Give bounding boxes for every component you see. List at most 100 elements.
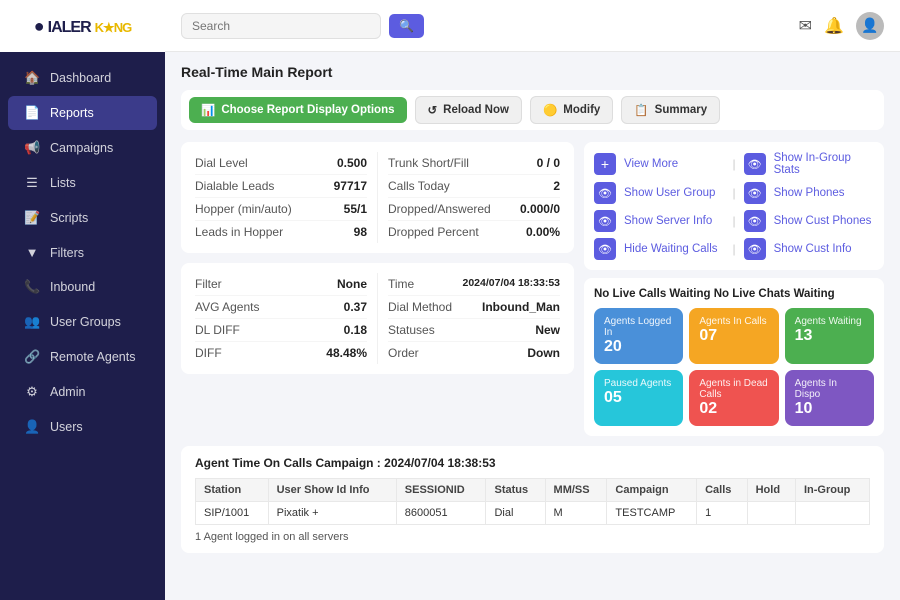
live-title: No Live Calls Waiting No Live Chats Wait…	[594, 288, 874, 300]
right-btn-row-1: + View More | 👁 Show In-Group Stats	[594, 152, 874, 176]
inbound-icon: 📞	[24, 279, 40, 295]
reload-icon: ↺	[428, 103, 438, 117]
metric-dropped-answered: Dropped/Answered 0.000/0	[388, 198, 560, 221]
sidebar-item-user-groups[interactable]: 👥 User Groups	[8, 305, 157, 339]
metric-trunk: Trunk Short/Fill 0 / 0	[388, 152, 560, 175]
show-server-eye-button[interactable]: 👁	[594, 210, 616, 232]
sidebar-item-lists[interactable]: ☰ Lists	[8, 166, 157, 200]
show-cust-phones-eye-button[interactable]: 👁	[744, 210, 766, 232]
sidebar-item-remote-agents[interactable]: 🔗 Remote Agents	[8, 340, 157, 374]
metric-dialable-leads: Dialable Leads 97717	[195, 175, 367, 198]
sidebar-item-label: Filters	[50, 246, 84, 260]
agent-card-in-calls: Agents In Calls 07	[689, 308, 778, 364]
metric-calls-today: Calls Today 2	[388, 175, 560, 198]
show-user-group-link[interactable]: Show User Group	[624, 187, 724, 199]
bell-icon[interactable]: 🔔	[824, 16, 844, 36]
sidebar-item-campaigns[interactable]: 📢 Campaigns	[8, 131, 157, 165]
show-user-group-eye-button[interactable]: 👁	[594, 182, 616, 204]
metric-filter: Filter None	[195, 273, 367, 296]
metric-leads-hopper: Leads in Hopper 98	[195, 221, 367, 243]
agent-table-section: Agent Time On Calls Campaign : 2024/07/0…	[181, 446, 884, 553]
modify-icon: 🟡	[543, 103, 557, 117]
cell-session: 8600051	[396, 502, 486, 525]
agent-card-waiting: Agents Waiting 13	[785, 308, 874, 364]
cell-user-show: Pixatik +	[268, 502, 396, 525]
right-buttons: + View More | 👁 Show In-Group Stats 👁 Sh…	[584, 142, 884, 270]
toolbar: 📊 Choose Report Display Options ↺ Reload…	[181, 90, 884, 130]
hide-waiting-eye-button[interactable]: 👁	[594, 238, 616, 260]
metrics-box-2: Filter None AVG Agents 0.37 DL DIFF 0.18	[181, 263, 574, 374]
modify-button[interactable]: 🟡 Modify	[530, 96, 613, 124]
metric-time: Time 2024/07/04 18:33:53	[388, 273, 560, 296]
sidebar-item-label: Reports	[50, 106, 94, 120]
metric-dl-diff: DL DIFF 0.18	[195, 319, 367, 342]
sidebar-item-admin[interactable]: ⚙ Admin	[8, 375, 157, 409]
agent-card-paused: Paused Agents 05	[594, 370, 683, 426]
view-more-plus-button[interactable]: +	[594, 153, 616, 175]
summary-button[interactable]: 📋 Summary	[621, 96, 720, 124]
search-button[interactable]: 🔍	[389, 14, 424, 38]
lists-icon: ☰	[24, 175, 40, 191]
show-phones-eye-button[interactable]: 👁	[744, 182, 766, 204]
sidebar-item-label: Remote Agents	[50, 350, 135, 364]
topbar: 🔍 ✉ 🔔 👤	[165, 0, 900, 52]
cell-hold	[747, 502, 795, 525]
two-col-layout: Dial Level 0.500 Dialable Leads 97717 Ho…	[181, 142, 884, 436]
avatar[interactable]: 👤	[856, 12, 884, 40]
live-section: No Live Calls Waiting No Live Chats Wait…	[584, 278, 884, 436]
sidebar-item-label: Scripts	[50, 211, 88, 225]
reports-icon: 📄	[24, 105, 40, 121]
col-status: Status	[486, 479, 545, 502]
content-area: Real-Time Main Report 📊 Choose Report Di…	[165, 52, 900, 600]
col-campaign: Campaign	[607, 479, 697, 502]
show-server-link[interactable]: Show Server Info	[624, 215, 724, 227]
sidebar-item-users[interactable]: 👤 Users	[8, 410, 157, 444]
metric-dial-method: Dial Method Inbound_Man	[388, 296, 560, 319]
choose-report-button[interactable]: 📊 Choose Report Display Options	[189, 97, 407, 123]
show-phones-link[interactable]: Show Phones	[774, 187, 874, 199]
mail-icon[interactable]: ✉	[799, 16, 812, 36]
sidebar-item-filters[interactable]: ▼ Filters	[8, 236, 157, 269]
right-panel: + View More | 👁 Show In-Group Stats 👁 Sh…	[584, 142, 884, 436]
cell-mmss: M	[545, 502, 607, 525]
metric-dial-level: Dial Level 0.500	[195, 152, 367, 175]
sidebar-item-inbound[interactable]: 📞 Inbound	[8, 270, 157, 304]
cell-calls: 1	[697, 502, 748, 525]
right-btn-row-2: 👁 Show User Group | 👁 Show Phones	[594, 182, 874, 204]
metric-statuses: Statuses New	[388, 319, 560, 342]
sidebar-item-label: Inbound	[50, 280, 95, 294]
topbar-actions: ✉ 🔔 👤	[799, 12, 884, 40]
left-panel: Dial Level 0.500 Dialable Leads 97717 Ho…	[181, 142, 574, 436]
sidebar-navigation: 🏠 Dashboard 📄 Reports 📢 Campaigns ☰ List…	[0, 52, 165, 600]
show-ingroup-link[interactable]: Show In-Group Stats	[774, 152, 874, 176]
hide-waiting-link[interactable]: Hide Waiting Calls	[624, 243, 724, 255]
sidebar-item-reports[interactable]: 📄 Reports	[8, 96, 157, 130]
sidebar: ● IALER K★NG 🏠 Dashboard 📄 Reports 📢 Cam…	[0, 0, 165, 600]
metric-order: Order Down	[388, 342, 560, 364]
cell-station: SIP/1001	[196, 502, 269, 525]
metric-diff: DIFF 48.48%	[195, 342, 367, 364]
sidebar-item-dashboard[interactable]: 🏠 Dashboard	[8, 61, 157, 95]
sidebar-item-label: Campaigns	[50, 141, 113, 155]
show-cust-info-link[interactable]: Show Cust Info	[774, 243, 874, 255]
chart-icon: 📊	[201, 103, 215, 117]
reload-button[interactable]: ↺ Reload Now	[415, 96, 522, 124]
view-more-link[interactable]: View More	[624, 158, 724, 170]
scripts-icon: 📝	[24, 210, 40, 226]
search-input[interactable]	[192, 19, 332, 33]
summary-icon: 📋	[634, 103, 648, 117]
agent-card-dead-calls: Agents in Dead Calls 02	[689, 370, 778, 426]
col-calls: Calls	[697, 479, 748, 502]
remote-agents-icon: 🔗	[24, 349, 40, 365]
show-ingroup-eye-button[interactable]: 👁	[744, 153, 766, 175]
agent-cards: Agents Logged In 20 Agents In Calls 07 A…	[594, 308, 874, 426]
sidebar-item-scripts[interactable]: 📝 Scripts	[8, 201, 157, 235]
sidebar-item-label: Lists	[50, 176, 76, 190]
table-row: SIP/1001 Pixatik + 8600051 Dial M TESTCA…	[196, 502, 870, 525]
show-cust-phones-link[interactable]: Show Cust Phones	[774, 215, 874, 227]
col-hold: Hold	[747, 479, 795, 502]
filters-icon: ▼	[24, 245, 40, 260]
search-container	[181, 13, 381, 39]
show-cust-info-eye-button[interactable]: 👁	[744, 238, 766, 260]
sidebar-item-label: Users	[50, 420, 83, 434]
